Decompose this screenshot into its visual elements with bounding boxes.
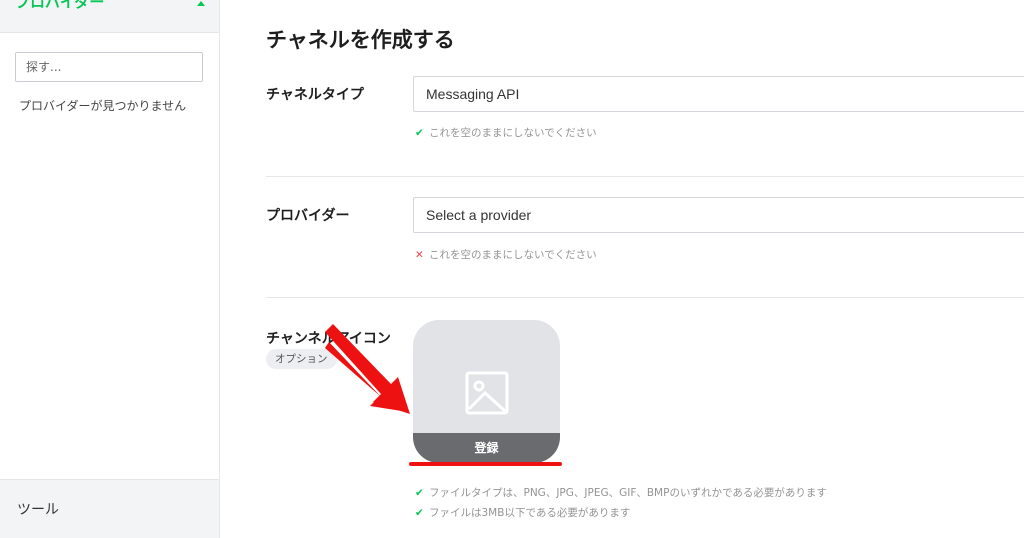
sidebar: プロバイダー プロバイダーが見つかりません ツール xyxy=(0,0,220,538)
check-icon: ✔ xyxy=(415,127,424,139)
divider xyxy=(266,297,1024,298)
channel-type-hint-text: これを空のままにしないでください xyxy=(429,127,597,139)
red-arrow-annotation xyxy=(325,324,410,414)
image-placeholder-icon xyxy=(465,371,509,415)
file-size-hint-text: ファイルは3MB以下である必要があります xyxy=(429,507,631,519)
check-icon: ✔ xyxy=(415,487,424,499)
channel-type-label: チャネルタイプ xyxy=(266,87,364,103)
no-providers-text: プロバイダーが見つかりません xyxy=(19,99,187,113)
channel-type-value: Messaging API xyxy=(426,86,520,102)
page-title: チャネルを作成する xyxy=(266,28,455,52)
provider-section-header[interactable]: プロバイダー xyxy=(0,0,219,33)
provider-label: プロバイダー xyxy=(266,208,350,224)
register-button[interactable]: 登録 xyxy=(413,433,560,463)
provider-hint-text: これを空のままにしないでください xyxy=(429,249,597,261)
channel-icon-uploader[interactable]: 登録 xyxy=(413,320,560,463)
provider-select[interactable]: Select a provider xyxy=(413,197,1024,233)
tools-label[interactable]: ツール xyxy=(17,499,59,519)
provider-section-title[interactable]: プロバイダー xyxy=(15,0,104,12)
provider-hint: ✕ これを空のままにしないでください xyxy=(415,247,597,262)
channel-type-field[interactable]: Messaging API xyxy=(413,76,1024,112)
file-size-hint: ✔ ファイルは3MB以下である必要があります xyxy=(415,505,630,520)
caret-up-icon[interactable] xyxy=(197,1,205,6)
file-type-hint: ✔ ファイルタイプは、PNG、JPG、JPEG、GIF、BMPのいずれかである必要… xyxy=(415,485,827,500)
red-underline-annotation xyxy=(409,462,562,466)
provider-search-input[interactable] xyxy=(15,52,203,82)
provider-select-placeholder: Select a provider xyxy=(426,207,532,223)
channel-type-hint: ✔ これを空のままにしないでください xyxy=(415,125,597,140)
divider xyxy=(266,176,1024,177)
check-icon: ✔ xyxy=(415,507,424,519)
file-type-hint-text: ファイルタイプは、PNG、JPG、JPEG、GIF、BMPのいずれかである必要が… xyxy=(429,487,827,499)
tools-section[interactable]: ツール xyxy=(0,479,219,538)
cross-icon: ✕ xyxy=(415,249,424,261)
